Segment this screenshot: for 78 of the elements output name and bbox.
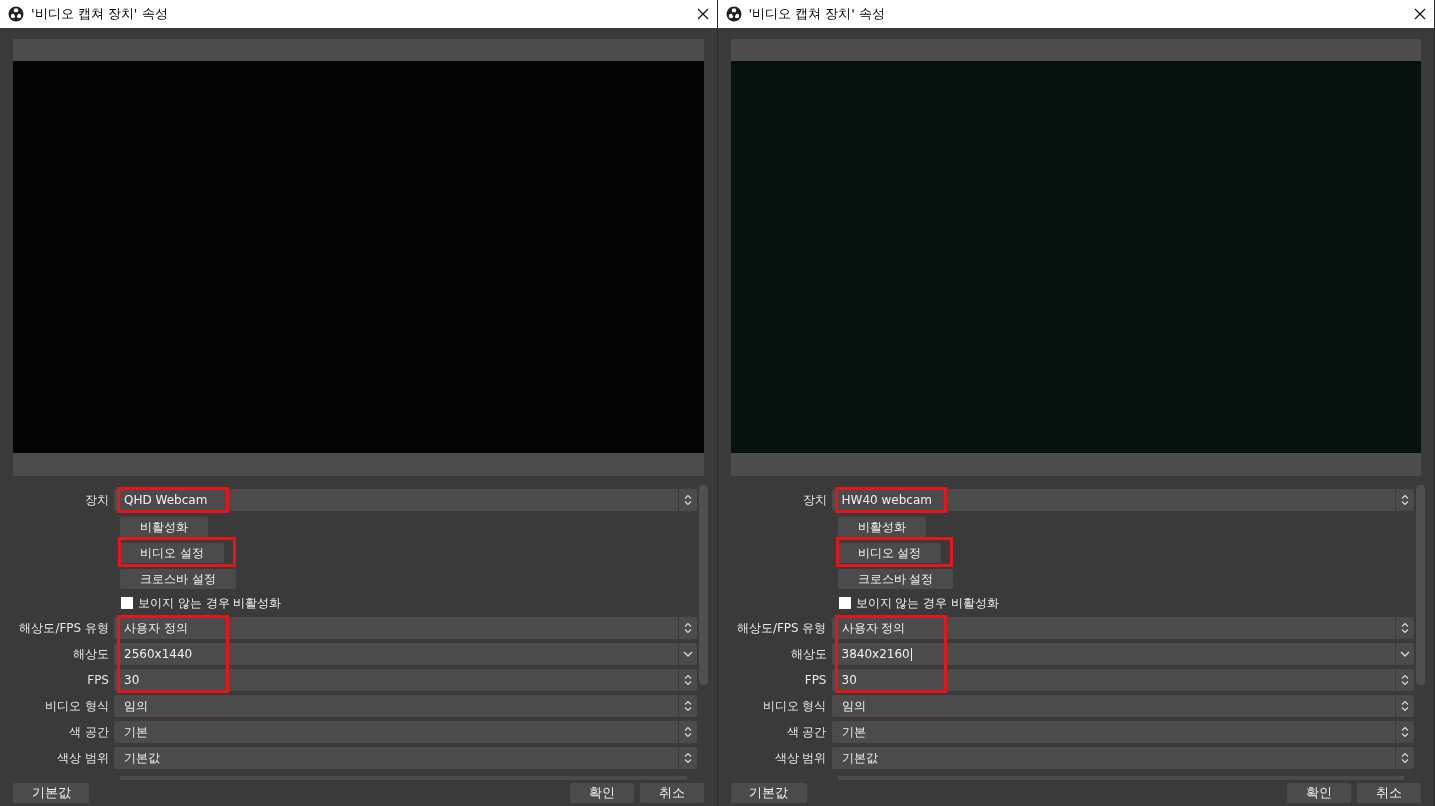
dropdown-field[interactable]: QHD Webcam — [114, 489, 697, 511]
field-label: 해상도/FPS 유형 — [735, 620, 828, 637]
app-logo-icon — [8, 6, 24, 22]
dropdown-field[interactable]: 임의 — [114, 695, 697, 717]
up-down-arrows-icon — [683, 622, 692, 634]
ok-button[interactable]: 확인 — [569, 783, 634, 803]
dropdown-field[interactable]: 기본값 — [831, 747, 1414, 769]
field-value: HW40 webcam — [841, 492, 932, 509]
field-value: 30 — [124, 672, 140, 689]
field-label: FPS — [803, 672, 828, 689]
field-label: 색상 범위 — [773, 750, 828, 767]
field-value: 사용자 정의 — [124, 620, 188, 637]
up-down-arrows-icon — [683, 674, 692, 686]
up-down-arrows-icon — [683, 700, 692, 712]
action-button[interactable]: 비디오 설정 — [837, 543, 942, 563]
field-value: 2560x1440 — [124, 646, 193, 663]
field-label: 해상도/FPS 유형 — [18, 620, 110, 637]
action-button[interactable]: 크로스바 설정 — [837, 569, 954, 589]
up-down-arrows-icon — [1401, 726, 1409, 738]
dropdown-field[interactable]: 3840x2160 — [831, 643, 1414, 665]
action-button[interactable]: 비활성화 — [120, 517, 208, 537]
dropdown-field[interactable]: HW40 webcam — [831, 489, 1414, 511]
dropdown-field[interactable]: 30 — [831, 669, 1414, 691]
checkbox-label: 보이지 않는 경우 비활성화 — [138, 595, 282, 612]
up-down-arrows-icon — [1401, 674, 1409, 686]
field-value: 임의 — [124, 698, 148, 715]
field-label: 비디오 형식 — [761, 698, 828, 715]
defaults-button[interactable]: 기본값 — [730, 783, 807, 803]
chevron-down-icon — [682, 651, 693, 657]
up-down-arrows-icon — [1401, 622, 1409, 634]
dropdown-field[interactable]: 임의 — [831, 695, 1414, 717]
field-value: QHD Webcam — [124, 492, 208, 509]
field-value: 기본값 — [841, 750, 878, 767]
field-value: 3840x2160 — [841, 646, 910, 663]
cancel-button[interactable]: 취소 — [1357, 783, 1421, 803]
up-down-arrows-icon — [1401, 752, 1409, 764]
dropdown-field[interactable]: 사용자 정의 — [114, 617, 697, 639]
dropdown-field[interactable]: 2560x1440 — [114, 643, 697, 665]
field-label: 해상도 — [789, 646, 828, 663]
action-button[interactable]: 비디오 설정 — [120, 543, 224, 563]
field-value: 기본 — [841, 724, 866, 741]
defaults-button[interactable]: 기본값 — [13, 783, 89, 803]
app-logo-icon — [725, 6, 742, 22]
up-down-arrows-icon — [683, 494, 692, 506]
field-label: 색 공간 — [68, 724, 110, 741]
field-value: 기본 — [124, 724, 148, 741]
checkbox[interactable] — [121, 597, 133, 609]
cancel-button[interactable]: 취소 — [639, 783, 704, 803]
field-label: 색상 범위 — [56, 750, 110, 767]
close-icon[interactable] — [696, 8, 709, 20]
dropdown-field[interactable]: 기본 — [831, 721, 1414, 743]
dropdown-field[interactable]: 기본값 — [114, 747, 697, 769]
window-title: '비디오 캡쳐 장치' 속성 — [748, 5, 887, 24]
dropdown-field[interactable]: 사용자 정의 — [831, 617, 1414, 639]
action-button[interactable]: 크로스바 설정 — [120, 569, 236, 589]
dropdown-field[interactable]: 30 — [114, 669, 697, 691]
close-icon[interactable] — [1414, 8, 1426, 20]
field-label: 장치 — [801, 492, 828, 509]
up-down-arrows-icon — [683, 752, 692, 764]
field-value: 사용자 정의 — [841, 620, 906, 637]
up-down-arrows-icon — [683, 726, 692, 738]
chevron-down-icon — [1400, 651, 1410, 657]
field-value: 30 — [841, 672, 857, 689]
field-label: FPS — [86, 672, 110, 689]
field-label: 해상도 — [72, 646, 110, 663]
window-title: '비디오 캡쳐 장치' 속성 — [31, 5, 169, 24]
dropdown-field[interactable]: 기본 — [114, 721, 697, 743]
field-label: 색 공간 — [785, 724, 828, 741]
field-label: 비디오 형식 — [44, 698, 110, 715]
field-value: 기본값 — [124, 750, 160, 767]
action-button[interactable]: 비활성화 — [837, 517, 926, 537]
ok-button[interactable]: 확인 — [1287, 783, 1351, 803]
field-value: 임의 — [841, 698, 866, 715]
checkbox-label: 보이지 않는 경우 비활성화 — [855, 595, 999, 612]
up-down-arrows-icon — [1401, 700, 1409, 712]
field-label: 장치 — [84, 492, 110, 509]
checkbox[interactable] — [838, 597, 851, 609]
up-down-arrows-icon — [1401, 494, 1409, 506]
